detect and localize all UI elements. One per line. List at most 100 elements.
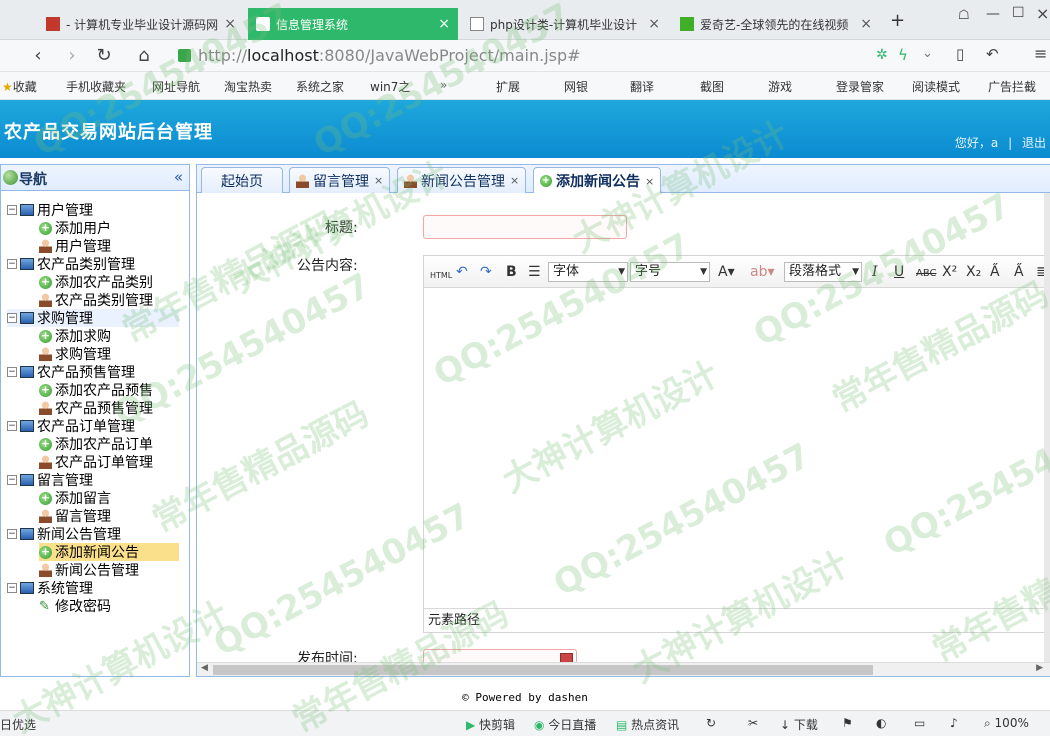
- collapse-node-icon[interactable]: −: [7, 583, 17, 593]
- browser-icon[interactable]: ◐: [876, 716, 886, 730]
- format-clear-icon[interactable]: ☰: [528, 264, 541, 280]
- title-input[interactable]: [423, 215, 627, 239]
- tree-group-category[interactable]: − 农产品类别管理: [7, 255, 135, 273]
- close-tab-icon[interactable]: ×: [374, 174, 383, 187]
- extension-item[interactable]: 扩展: [496, 78, 520, 95]
- screenshot-item[interactable]: 截图: [700, 78, 724, 95]
- status-item-live[interactable]: ◉ 今日直播: [534, 716, 596, 733]
- rich-text-editor[interactable]: HTML ↶ ↷ B ☰ 字体 ▼ 字号 ▼ A▾ ab▾ 段落格式 ▼ I U AB…: [423, 255, 1050, 633]
- underline-icon[interactable]: U: [894, 264, 904, 280]
- minimize-icon[interactable]: —: [986, 6, 1000, 22]
- browser-tab-3[interactable]: php设计类-计算机毕业设计 ×: [462, 8, 668, 40]
- phone-icon[interactable]: ▯: [956, 45, 964, 63]
- login-manager-item[interactable]: 登录管家: [836, 78, 884, 95]
- status-item-download[interactable]: ↓ 下载: [780, 716, 818, 733]
- tools-icon[interactable]: ✂: [748, 716, 758, 730]
- tree-group-orders[interactable]: − 农产品订单管理: [7, 417, 135, 435]
- bookmark-item[interactable]: 系统之家: [296, 78, 344, 95]
- font-size-select[interactable]: 字号 ▼: [630, 262, 710, 282]
- status-item-news[interactable]: ▤ 热点资讯: [616, 716, 679, 733]
- tree-item-category-manage[interactable]: 农产品类别管理: [39, 291, 153, 309]
- font-shrink-icon[interactable]: A̋: [990, 264, 1000, 280]
- close-tab-icon[interactable]: ×: [860, 16, 872, 32]
- menu-icon[interactable]: ≡: [1034, 44, 1047, 63]
- dropdown-icon[interactable]: ⌄: [922, 46, 933, 61]
- redo-icon[interactable]: ↷: [480, 264, 492, 280]
- collapse-node-icon[interactable]: −: [7, 259, 17, 269]
- reload-icon[interactable]: ↻: [92, 44, 116, 68]
- undo-icon[interactable]: ↶: [986, 45, 999, 63]
- lightning-icon[interactable]: ϟ: [898, 46, 908, 64]
- bookmark-item[interactable]: ★收藏: [2, 78, 37, 95]
- new-tab-button[interactable]: +: [890, 10, 905, 31]
- tree-item-news-manage[interactable]: 新闻公告管理: [39, 561, 139, 579]
- calendar-icon[interactable]: [560, 653, 573, 662]
- font-color-icon[interactable]: A▾: [718, 264, 735, 280]
- bookmark-item[interactable]: 网址导航: [152, 78, 200, 95]
- status-item-clip[interactable]: ▶ 快剪辑: [466, 716, 515, 733]
- scroll-right-icon[interactable]: ▶: [1036, 663, 1043, 673]
- tab-messages[interactable]: 留言管理 ×: [289, 167, 391, 193]
- zoom-control[interactable]: ⌕ 100%: [984, 716, 1029, 731]
- bookmark-item[interactable]: win7之: [370, 78, 410, 95]
- collapse-node-icon[interactable]: −: [7, 367, 17, 377]
- games-item[interactable]: 游戏: [768, 78, 792, 95]
- tree-item-purchase-manage[interactable]: 求购管理: [39, 345, 111, 363]
- speed-mode-icon[interactable]: ✲: [876, 47, 888, 63]
- close-tab-icon[interactable]: ×: [224, 16, 236, 32]
- tree-item-add-category[interactable]: + 添加农产品类别: [39, 273, 153, 291]
- tree-group-system[interactable]: − 系统管理: [7, 579, 93, 597]
- close-tab-icon[interactable]: ×: [645, 175, 654, 188]
- bookmark-item[interactable]: 淘宝热卖: [224, 78, 272, 95]
- back-icon[interactable]: ‹: [26, 44, 50, 68]
- tree-group-users[interactable]: − 用户管理: [7, 201, 93, 219]
- bold-icon[interactable]: B: [506, 264, 517, 280]
- tree-item-add-news-selected[interactable]: + 添加新闻公告: [39, 543, 179, 561]
- translate-item[interactable]: 翻译: [630, 78, 654, 95]
- browser-tab-4[interactable]: 爱奇艺-全球领先的在线视频 ×: [672, 8, 880, 40]
- scroll-left-icon[interactable]: ◀: [201, 663, 208, 673]
- font-family-select[interactable]: 字体 ▼: [548, 262, 628, 282]
- close-tab-icon[interactable]: ×: [510, 174, 519, 187]
- maximize-icon[interactable]: ☐: [1012, 5, 1025, 21]
- collapse-node-icon[interactable]: −: [7, 475, 17, 485]
- paragraph-format-select[interactable]: 段落格式 ▼: [784, 262, 862, 282]
- window-icon[interactable]: ▭: [914, 716, 925, 730]
- tree-group-messages[interactable]: − 留言管理: [7, 471, 93, 489]
- tree-item-change-password[interactable]: ✎ 修改密码: [39, 597, 111, 615]
- tab-news-manage[interactable]: 新闻公告管理 ×: [397, 167, 527, 193]
- tree-item-message-manage[interactable]: 留言管理: [39, 507, 111, 525]
- undo-icon[interactable]: ↶: [456, 264, 468, 280]
- reading-mode-item[interactable]: 阅读模式: [912, 78, 960, 95]
- logout-link[interactable]: 退出: [1022, 136, 1046, 150]
- font-grow-icon[interactable]: A̋: [1014, 264, 1024, 280]
- tree-item-add-purchase[interactable]: + 添加求购: [39, 327, 111, 345]
- tree-group-presale[interactable]: − 农产品预售管理: [7, 363, 135, 381]
- volume-icon[interactable]: ♪: [950, 716, 958, 730]
- horizontal-scrollbar[interactable]: ◀ ▶: [197, 662, 1050, 676]
- tree-item-presale-manage[interactable]: 农产品预售管理: [39, 399, 153, 417]
- html-source-icon[interactable]: HTML: [430, 268, 452, 284]
- collapse-node-icon[interactable]: −: [7, 313, 17, 323]
- tree-item-order-manage[interactable]: 农产品订单管理: [39, 453, 153, 471]
- superscript-icon[interactable]: X²: [942, 264, 957, 280]
- subscript-icon[interactable]: X₂: [966, 264, 981, 280]
- bookmark-item[interactable]: 手机收藏夹: [66, 78, 126, 95]
- tab-home[interactable]: 起始页: [201, 167, 283, 193]
- flag-icon[interactable]: ⚑: [842, 716, 853, 730]
- tree-item-add-user[interactable]: + 添加用户: [39, 219, 111, 237]
- browser-tab-2-active[interactable]: 信息管理系统 ×: [248, 8, 458, 40]
- close-window-icon[interactable]: ×: [1036, 4, 1049, 23]
- close-tab-icon[interactable]: ×: [438, 16, 450, 32]
- tree-item-add-order[interactable]: + 添加农产品订单: [39, 435, 153, 453]
- refresh-status-icon[interactable]: ↻: [706, 716, 716, 730]
- tree-item-add-message[interactable]: + 添加留言: [39, 489, 111, 507]
- bank-item[interactable]: 网银: [564, 78, 588, 95]
- forward-icon[interactable]: ›: [60, 44, 84, 68]
- skin-icon[interactable]: ☖: [958, 8, 970, 23]
- tree-group-purchase[interactable]: − 求购管理: [7, 309, 179, 327]
- status-item[interactable]: 日优选: [0, 716, 36, 733]
- strikethrough-icon[interactable]: ABC: [916, 266, 937, 282]
- tree-item-user-manage[interactable]: 用户管理: [39, 237, 111, 255]
- scrollbar-thumb[interactable]: [213, 665, 873, 675]
